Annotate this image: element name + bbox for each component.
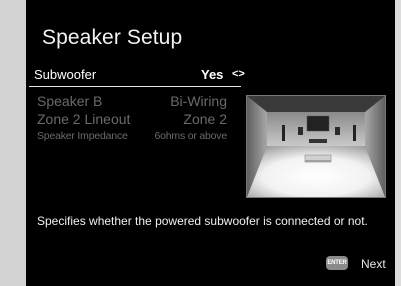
menu-item-speaker-impedance[interactable]: Speaker Impedance 6ohms or above bbox=[37, 130, 227, 144]
right-margin bbox=[395, 0, 401, 286]
page-title: Speaker Setup bbox=[42, 26, 183, 49]
menu-item-value: Bi-Wiring bbox=[170, 93, 227, 109]
room-diagram-icon bbox=[247, 96, 385, 197]
menu-item-zone-2-lineout[interactable]: Zone 2 Lineout Zone 2 bbox=[37, 111, 227, 129]
menu-item-label: Speaker Impedance bbox=[37, 130, 128, 142]
left-right-arrows-icon[interactable]: <> bbox=[232, 68, 245, 80]
menu-item-label: Speaker B bbox=[37, 93, 103, 109]
enter-key-icon[interactable]: ENTER bbox=[326, 256, 348, 270]
menu-item-value: Zone 2 bbox=[183, 111, 227, 127]
menu-item-label: Subwoofer bbox=[34, 67, 97, 82]
menu-item-value: Yes bbox=[201, 67, 224, 82]
menu-item-value: 6ohms or above bbox=[154, 130, 228, 142]
menu-item-speaker-b[interactable]: Speaker B Bi-Wiring bbox=[37, 93, 227, 111]
next-button-label[interactable]: Next bbox=[361, 257, 386, 271]
menu-item-subwoofer[interactable]: Subwoofer Yes <> bbox=[29, 64, 245, 87]
left-margin bbox=[0, 0, 26, 286]
speaker-setup-screen: Speaker Setup Subwoofer Yes <> Speaker B… bbox=[26, 0, 395, 286]
room-illustration bbox=[246, 95, 386, 198]
description-text: Specifies whether the powered subwoofer … bbox=[37, 214, 368, 228]
menu-item-label: Zone 2 Lineout bbox=[37, 111, 131, 127]
